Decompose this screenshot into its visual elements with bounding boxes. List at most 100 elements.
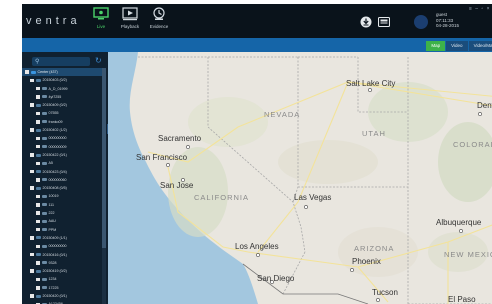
checkbox-icon[interactable] — [30, 78, 34, 83]
tree-device[interactable]: 000000000 — [22, 134, 102, 142]
checkbox-icon[interactable] — [36, 86, 40, 91]
tree-item-label: 20150422 (0/1) — [42, 152, 67, 157]
tree-group[interactable]: 20150422 (0/1) — [22, 151, 102, 159]
camera-icon — [41, 145, 47, 149]
message-icon[interactable] — [378, 16, 390, 28]
tree-group[interactable]: 20150420 (0/1) — [22, 292, 102, 300]
city-label: Denver — [477, 101, 492, 110]
user-avatar-icon — [414, 15, 428, 29]
tree-device[interactable]: 111 — [22, 201, 102, 209]
tree-device[interactable]: A_D_01999 — [22, 85, 102, 93]
checkbox-icon[interactable] — [30, 103, 34, 107]
camera-icon — [41, 203, 47, 207]
tree-group[interactable]: 20150409 (0/2) — [22, 101, 102, 109]
checkbox-icon[interactable] — [36, 261, 40, 265]
checkbox-icon[interactable] — [36, 286, 40, 290]
tree-group[interactable]: 20150402 (1/2) — [22, 126, 102, 134]
city-label: Phoenix — [352, 257, 381, 266]
tree-device[interactable]: 000000060 — [22, 176, 102, 184]
tree-device[interactable]: PPM — [22, 226, 102, 234]
camera-icon — [41, 136, 47, 140]
state-label: NEW MEXICO — [444, 250, 492, 259]
tree-item-label: 4yt7255 — [48, 94, 62, 99]
tree-device[interactable]: franko09 — [22, 118, 102, 126]
tree-device[interactable]: 1234 — [22, 275, 102, 283]
tree-device[interactable]: AAU — [22, 217, 102, 225]
view-tabs: Map Video Video/Map — [425, 41, 492, 51]
tree-group[interactable]: 20150403 (0/2) — [22, 76, 102, 84]
camera-icon — [41, 286, 47, 290]
checkbox-icon[interactable] — [30, 186, 34, 190]
checkbox-icon[interactable] — [25, 70, 29, 74]
tree-item-label: 20150416 (0/1) — [42, 252, 67, 257]
checkbox-icon[interactable] — [36, 194, 40, 199]
checkbox-icon[interactable] — [36, 144, 40, 149]
tree-group[interactable]: 20150419 (0/2) — [22, 267, 102, 275]
camera-icon — [41, 219, 47, 223]
checkbox-icon[interactable] — [36, 178, 40, 182]
evidence-icon — [153, 7, 165, 20]
checkbox-icon[interactable] — [36, 211, 40, 215]
tab-video[interactable]: Video — [446, 41, 468, 51]
checkbox-icon[interactable] — [36, 120, 40, 124]
tree-device[interactable]: 000000009 — [22, 143, 102, 151]
checkbox-icon[interactable] — [30, 153, 34, 157]
checkbox-icon[interactable] — [36, 219, 40, 224]
tree-item-label: 111 — [48, 202, 54, 207]
tree-group[interactable]: 20150408 (0/5) — [22, 184, 102, 192]
checkbox-icon[interactable] — [36, 136, 40, 141]
window-controls[interactable]: ≡ – ▫ × — [469, 6, 491, 12]
checkbox-icon[interactable] — [30, 252, 34, 257]
tree-device[interactable]: 9328 — [22, 259, 102, 267]
checkbox-icon[interactable] — [30, 269, 34, 273]
checkbox-icon[interactable] — [36, 227, 40, 232]
nav-live-button[interactable]: Live — [86, 7, 116, 37]
tree-group[interactable]: 20150416 (0/1) — [22, 251, 102, 259]
tree-item-label: AAU — [48, 219, 56, 224]
checkbox-icon[interactable] — [36, 203, 40, 207]
sidebar-scrollbar[interactable] — [102, 68, 106, 304]
tree-device[interactable]: 10019 — [22, 192, 102, 200]
top-bar: ventra Live Playback Evidence guest 07:1… — [22, 4, 492, 38]
nav-evidence-button[interactable]: Evidence — [144, 7, 174, 37]
checkbox-icon[interactable] — [30, 128, 34, 132]
tree-root-label: Center (437) — [37, 70, 58, 74]
tree-device[interactable]: A5 — [22, 159, 102, 167]
nav-playback-button[interactable]: Playback — [115, 7, 145, 37]
tree-device[interactable]: 222 — [22, 209, 102, 217]
device-search-input[interactable]: ⚲ — [32, 57, 90, 66]
checkbox-icon[interactable] — [36, 161, 40, 166]
checkbox-icon[interactable] — [30, 236, 34, 240]
checkbox-icon[interactable] — [30, 294, 34, 298]
tree-item-label: 1234 — [48, 277, 57, 282]
city-label: San Diego — [257, 274, 295, 283]
scrollbar-thumb[interactable] — [102, 68, 106, 248]
tree-device[interactable]: 07555 — [22, 109, 102, 117]
refresh-icon[interactable]: ↻ — [95, 56, 102, 65]
tree-device[interactable]: 17225 — [22, 284, 102, 292]
checkbox-icon[interactable] — [36, 95, 40, 99]
tree-item-label: 20150402 (1/2) — [42, 128, 67, 133]
camera-icon — [41, 195, 47, 198]
checkbox-icon[interactable] — [36, 244, 40, 249]
tree-device[interactable]: 4yt7255 — [22, 93, 102, 101]
user-info[interactable]: guest 07:11:33 04-28-2015 — [410, 10, 492, 34]
tree-group[interactable]: 20150409 (1/1) — [22, 234, 102, 242]
checkbox-icon[interactable] — [36, 277, 40, 282]
tree-item-label: PPM — [48, 227, 57, 232]
download-icon[interactable] — [360, 16, 372, 28]
checkbox-icon[interactable] — [36, 111, 40, 116]
tab-video-map[interactable]: Video/Map — [468, 41, 492, 51]
city-label: Las Vegas — [294, 193, 332, 202]
folder-icon — [35, 294, 41, 298]
tree-root[interactable]: Center (437) — [22, 68, 102, 77]
checkbox-icon[interactable] — [30, 169, 34, 174]
camera-icon — [41, 112, 47, 116]
tab-map[interactable]: Map — [426, 41, 446, 51]
tree-item-label: 07555 — [48, 111, 59, 116]
map-view[interactable]: Salt Lake City Denver Sacramento San Fra… — [108, 52, 492, 304]
tree-device[interactable]: A123456 — [22, 300, 102, 304]
tree-group[interactable]: 20150423 (0/4) — [22, 168, 102, 176]
tree-device[interactable]: 000000000 — [22, 242, 102, 250]
folder-icon — [35, 269, 41, 273]
